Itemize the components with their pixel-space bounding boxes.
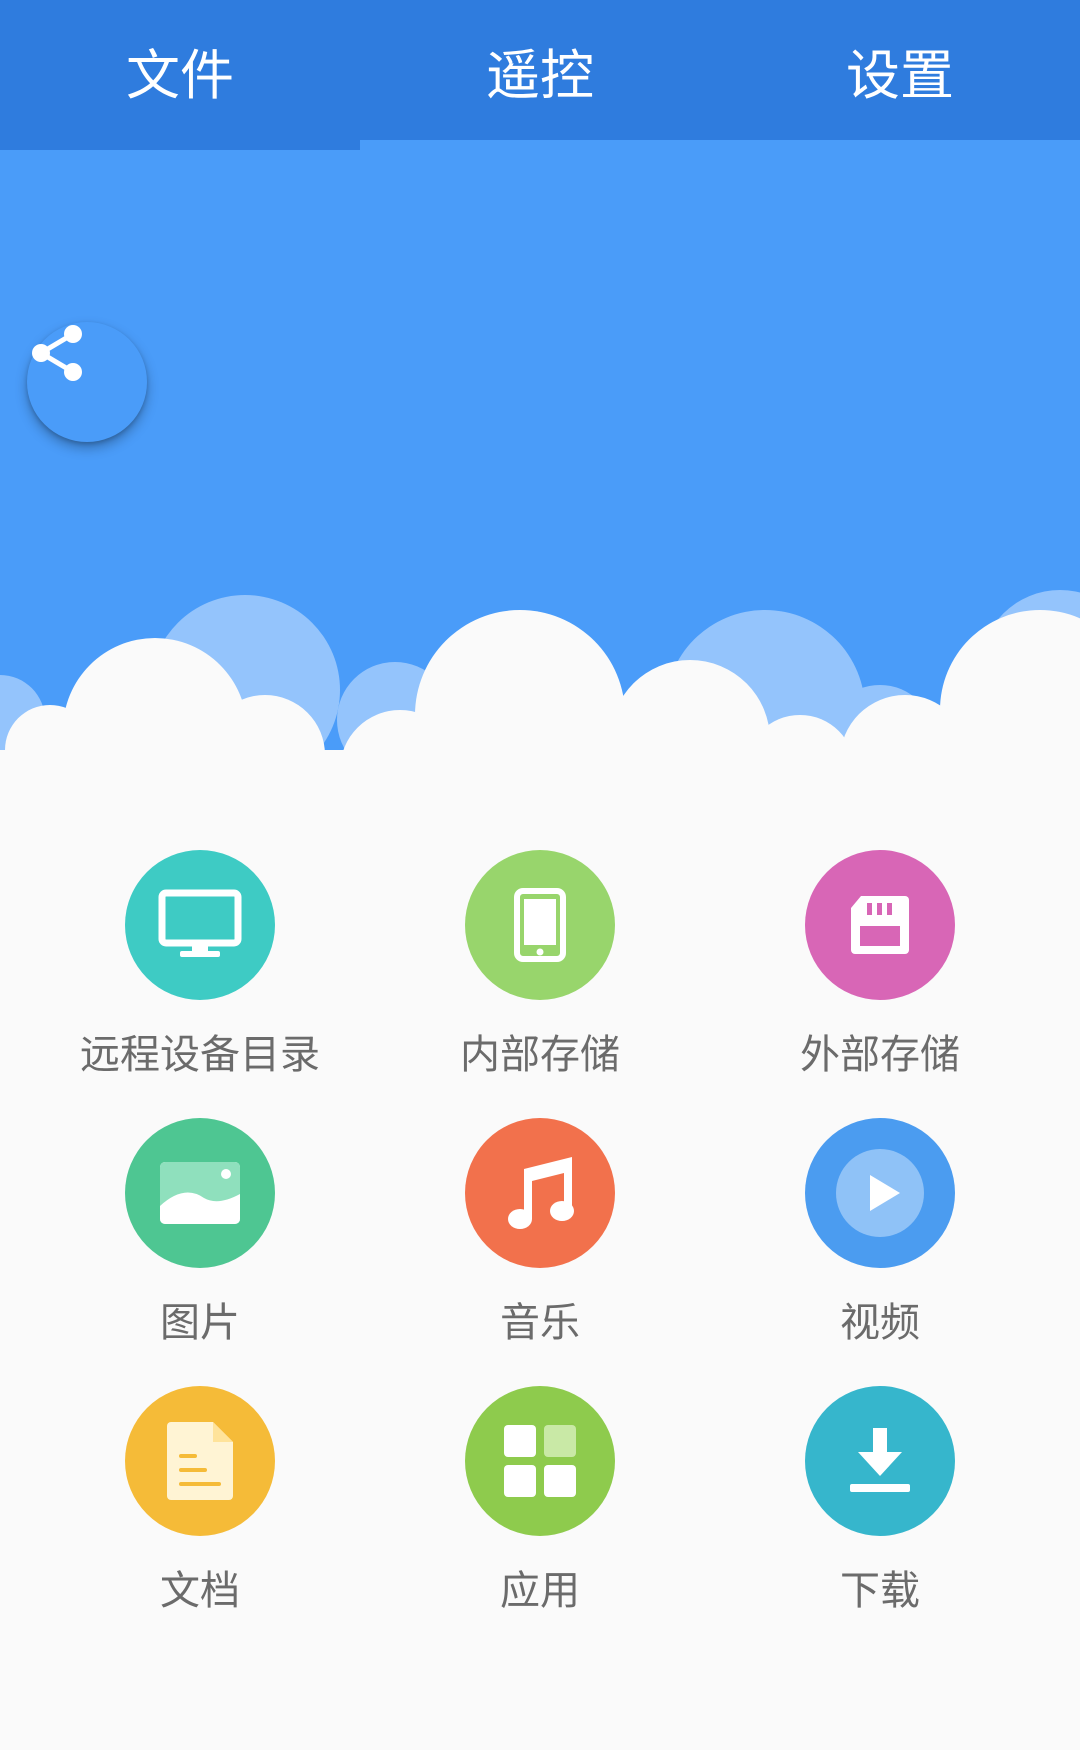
share-button[interactable] [27, 322, 147, 442]
download-icon [850, 1428, 910, 1492]
music-icon [508, 1157, 574, 1229]
grid-item-label: 图片 [160, 1300, 240, 1346]
icon-circle [805, 1118, 955, 1268]
icon-circle [465, 1386, 615, 1536]
grid-item-label: 应用 [500, 1568, 580, 1614]
tab-files-label: 文件 [126, 43, 234, 107]
document-icon [167, 1422, 233, 1500]
icon-circle [465, 1118, 615, 1268]
clouds-illustration [0, 590, 1080, 790]
top-tab-bar: 文件 遥控 设置 [0, 0, 1080, 150]
grid-item-video[interactable]: 视频 [700, 1118, 1060, 1368]
icon-circle [465, 850, 615, 1000]
grid-item-apps[interactable]: 应用 [360, 1386, 720, 1636]
tab-remote-label: 遥控 [486, 43, 594, 107]
tab-settings-label: 设置 [846, 43, 954, 107]
grid-item-music[interactable]: 音乐 [360, 1118, 720, 1368]
monitor-icon [158, 889, 242, 957]
active-tab-indicator [0, 140, 360, 150]
grid-item-pictures[interactable]: 图片 [20, 1118, 380, 1368]
icon-circle [805, 1386, 955, 1536]
video-icon [836, 1149, 924, 1237]
icon-circle [125, 850, 275, 1000]
tabbar-divider [360, 140, 1080, 150]
icon-circle [125, 1386, 275, 1536]
grid-item-label: 文档 [160, 1568, 240, 1614]
apps-icon [504, 1425, 576, 1497]
tab-remote[interactable]: 遥控 [360, 0, 720, 140]
sd-card-icon [851, 896, 909, 954]
grid-item-remote-directory[interactable]: 远程设备目录 [20, 850, 380, 1100]
grid-item-label: 外部存储 [800, 1032, 960, 1078]
grid-item-external-storage[interactable]: 外部存储 [700, 850, 1060, 1100]
share-icon [32, 325, 82, 381]
hero-banner [0, 150, 1080, 790]
grid-item-label: 内部存储 [460, 1032, 620, 1078]
grid-item-label: 视频 [840, 1300, 920, 1346]
grid-item-downloads[interactable]: 下载 [700, 1386, 1060, 1636]
grid-item-documents[interactable]: 文档 [20, 1386, 380, 1636]
grid-item-label: 下载 [840, 1568, 920, 1614]
grid-item-internal-storage[interactable]: 内部存储 [360, 850, 720, 1100]
tab-files[interactable]: 文件 [0, 0, 360, 140]
grid-item-label: 远程设备目录 [80, 1032, 320, 1078]
icon-circle [125, 1118, 275, 1268]
phone-icon [514, 888, 566, 962]
tab-settings[interactable]: 设置 [720, 0, 1080, 140]
image-icon [160, 1162, 240, 1224]
grid-item-label: 音乐 [500, 1300, 580, 1346]
icon-circle [805, 850, 955, 1000]
